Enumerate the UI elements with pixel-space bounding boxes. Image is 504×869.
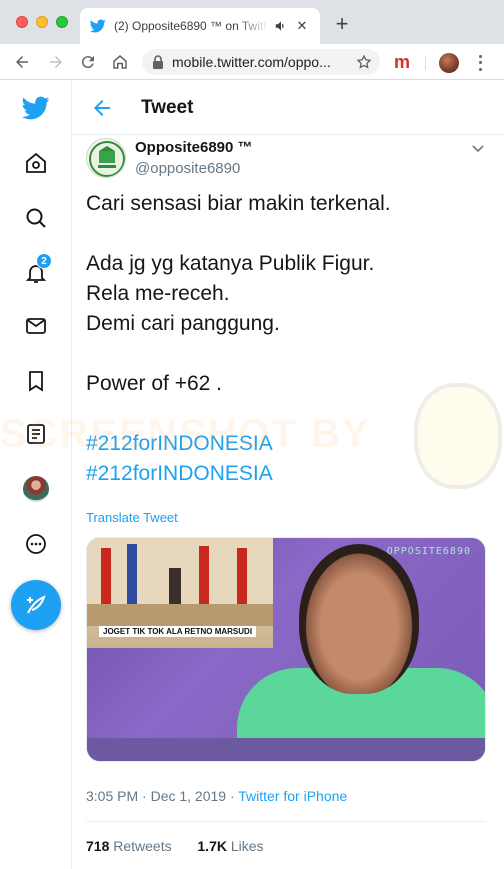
kebab-menu-icon[interactable] <box>472 53 488 73</box>
close-tab-icon[interactable]: ✕ <box>294 18 310 34</box>
compose-tweet-button[interactable] <box>11 580 61 630</box>
lists-icon[interactable] <box>22 420 50 448</box>
retweets-count: 718 <box>86 838 110 854</box>
profile-avatar[interactable] <box>439 53 459 73</box>
close-window-button[interactable] <box>16 16 28 28</box>
tweet-text-line: Ada jg yg katanya Publik Figur. <box>86 252 375 275</box>
back-arrow-icon[interactable] <box>90 96 114 120</box>
tweet-time[interactable]: 3:05 PM · Dec 1, 2019 · <box>86 788 238 804</box>
notification-badge: 2 <box>36 253 52 269</box>
likes-stat[interactable]: 1.7K Likes <box>197 838 263 854</box>
author-avatar[interactable] <box>86 138 126 178</box>
retweets-stat[interactable]: 718 Retweets <box>86 838 172 854</box>
twitter-logo-icon[interactable] <box>22 94 50 122</box>
translate-tweet-link[interactable]: Translate Tweet <box>86 510 178 525</box>
video-watermark: OPPOSITE6890 <box>386 546 471 557</box>
address-bar[interactable]: mobile.twitter.com/oppo... <box>142 49 380 75</box>
tweet-detail-column: Tweet Opposite6890 ™ @opposite6890 Cari … <box>72 80 504 869</box>
home-nav-icon[interactable] <box>22 149 50 177</box>
video-person-head <box>299 544 419 694</box>
toolbar-divider <box>425 56 426 70</box>
minimize-window-button[interactable] <box>36 16 48 28</box>
bookmark-star-icon[interactable] <box>356 54 372 70</box>
page-title: Tweet <box>141 97 194 118</box>
tweet-stats: 718 Retweets 1.7K Likes <box>86 838 264 854</box>
forward-icon[interactable] <box>46 52 66 72</box>
browser-toolbar: mobile.twitter.com/oppo... m <box>0 44 504 80</box>
url-text: mobile.twitter.com/oppo... <box>172 54 331 70</box>
back-icon[interactable] <box>12 52 32 72</box>
video-table <box>87 738 485 761</box>
speaker-icon[interactable] <box>274 19 288 33</box>
tweet-media-video[interactable]: JOGET TIK TOK ALA RETNO MARSUDI OPPOSITE… <box>86 537 486 762</box>
twitter-bird-icon <box>90 18 106 34</box>
browser-tab-bar: (2) Opposite6890 ™ on Twitter ✕ + <box>0 0 504 44</box>
avatar <box>23 476 49 502</box>
notifications-bell-icon[interactable]: 2 <box>22 253 52 287</box>
tweet-text-line: Rela me-receh. <box>86 282 230 305</box>
likes-label: Likes <box>226 838 264 854</box>
feather-plus-icon <box>27 595 46 614</box>
flags-scene-icon <box>87 538 273 626</box>
hashtag-link[interactable]: #212forINDONESIA <box>86 459 273 489</box>
bookmarks-icon[interactable] <box>22 367 50 395</box>
extension-m-icon[interactable]: m <box>394 53 410 71</box>
likes-count: 1.7K <box>197 838 227 854</box>
lock-icon <box>152 55 164 69</box>
divider <box>86 821 486 822</box>
tweet-text-line: Demi cari panggung. <box>86 312 280 335</box>
author-handle[interactable]: @opposite6890 <box>135 160 240 177</box>
twitter-sidebar: 2 <box>0 80 72 869</box>
reload-icon[interactable] <box>78 52 98 72</box>
author-name[interactable]: Opposite6890 ™ <box>135 139 253 156</box>
browser-tab[interactable]: (2) Opposite6890 ™ on Twitter ✕ <box>80 8 320 44</box>
home-icon[interactable] <box>110 52 130 72</box>
green-emblem-icon <box>89 141 125 177</box>
hashtag-link[interactable]: #212forINDONESIA <box>86 429 273 459</box>
tweet-header: Tweet <box>72 80 504 135</box>
tweet-timestamp: 3:05 PM · Dec 1, 2019 · Twitter for iPho… <box>86 788 347 804</box>
chevron-down-icon[interactable] <box>470 140 486 156</box>
more-options-icon[interactable] <box>22 530 50 558</box>
profile-nav-avatar[interactable] <box>22 475 50 503</box>
video-inset-frame: JOGET TIK TOK ALA RETNO MARSUDI <box>87 538 273 648</box>
retweets-label: Retweets <box>109 838 172 854</box>
explore-search-icon[interactable] <box>22 204 50 232</box>
maximize-window-button[interactable] <box>56 16 68 28</box>
tweet-source-link[interactable]: Twitter for iPhone <box>238 788 347 804</box>
tweet-text-line: Power of +62 . <box>86 372 222 395</box>
new-tab-button[interactable]: + <box>332 13 352 35</box>
video-caption: JOGET TIK TOK ALA RETNO MARSUDI <box>99 626 257 637</box>
tab-title: (2) Opposite6890 ™ on Twitter <box>114 19 268 33</box>
tweet-text-line: Cari sensasi biar makin terkenal. <box>86 192 391 215</box>
messages-envelope-icon[interactable] <box>22 312 50 340</box>
